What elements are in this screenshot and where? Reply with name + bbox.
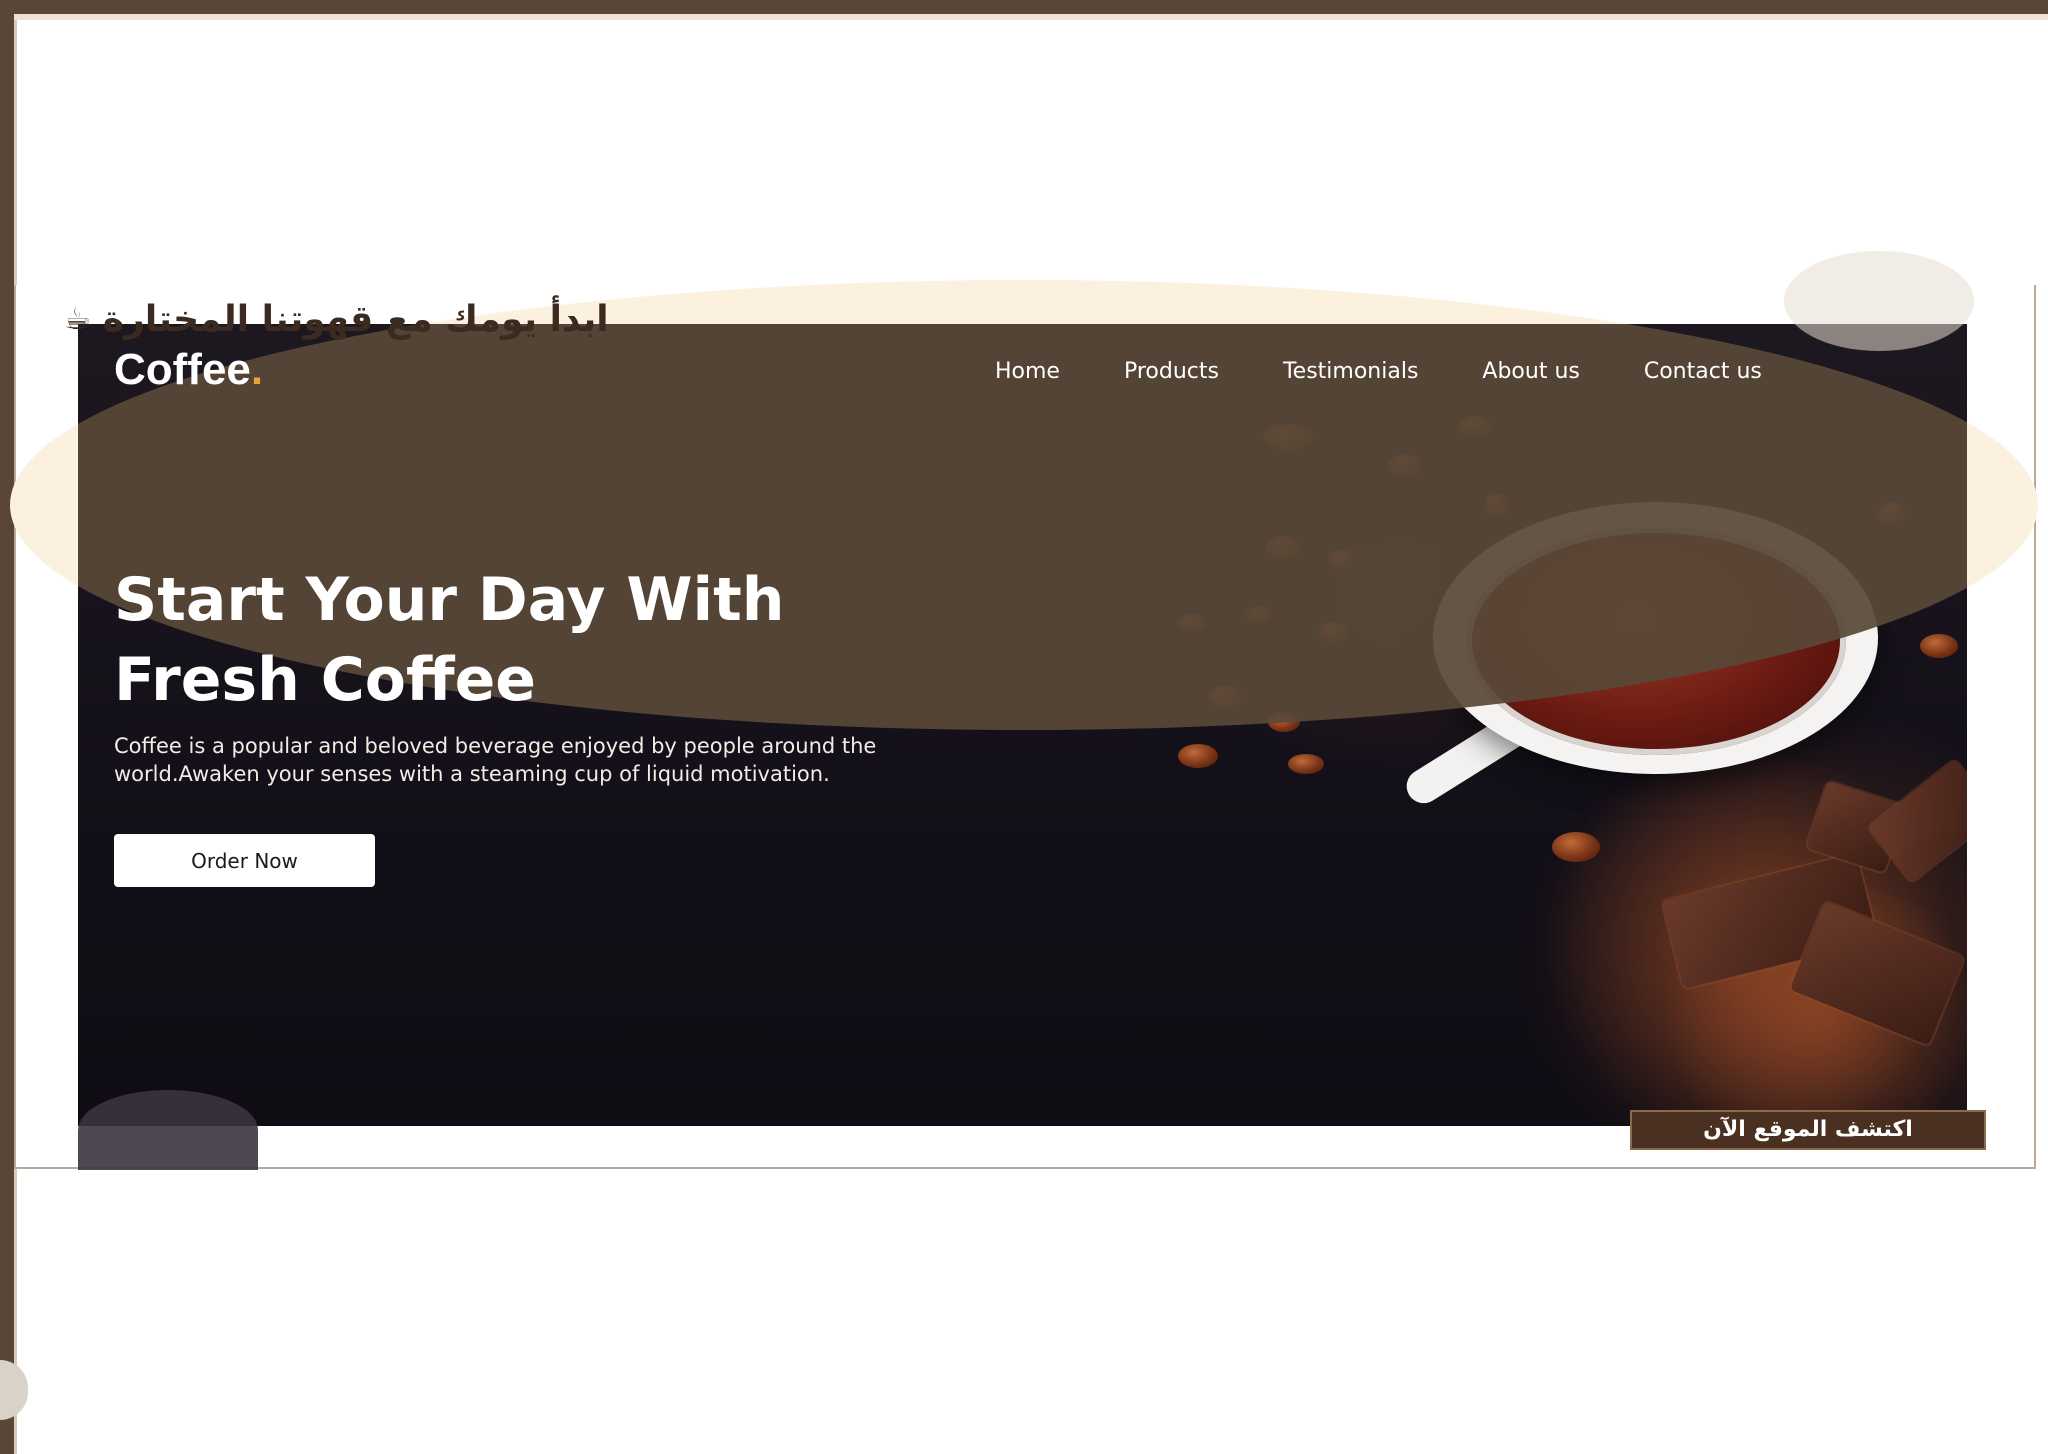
hero-description-line1: Coffee is a popular and beloved beverage…: [114, 734, 877, 758]
nav-item-products[interactable]: Products: [1124, 359, 1219, 384]
main-nav: Home Products Testimonials About us Cont…: [995, 359, 1762, 384]
hero-headline-line1: Start Your Day With: [114, 565, 785, 635]
frame-left-border: [0, 14, 14, 1454]
decorative-circle: [0, 1360, 28, 1420]
coffee-bean: [1552, 832, 1600, 862]
coffee-bean: [1920, 634, 1958, 658]
decorative-circle: [78, 1090, 258, 1170]
nav-item-contact[interactable]: Contact us: [1644, 359, 1762, 384]
brand-logo[interactable]: Coffee.: [114, 345, 263, 395]
brand-dot: .: [250, 345, 264, 394]
hero-section: [78, 324, 1967, 1126]
frame-top-border: [0, 0, 2048, 14]
coffee-cup-icon: ☕: [64, 302, 91, 337]
hero-headline-line2: Fresh Coffee: [114, 645, 536, 715]
explore-site-button[interactable]: اكتشف الموقع الآن: [1630, 1110, 1986, 1150]
tagline: ☕ ابدأ يومك مع قهوتنا المختارة: [64, 296, 609, 344]
brand-name: Coffee: [114, 345, 251, 394]
frame-top-inner-border: [0, 14, 2048, 20]
decorative-circle: [1784, 251, 1974, 351]
nav-item-testimonials[interactable]: Testimonials: [1283, 359, 1418, 384]
coffee-bean: [1178, 744, 1218, 768]
tagline-text: ابدأ يومك مع قهوتنا المختارة: [102, 299, 609, 340]
hero-headline: Start Your Day With Fresh Coffee: [114, 560, 1014, 720]
order-now-button[interactable]: Order Now: [114, 834, 375, 887]
nav-item-about[interactable]: About us: [1482, 359, 1579, 384]
hero-description: Coffee is a popular and beloved beverage…: [114, 732, 1174, 788]
coffee-bean: [1288, 754, 1324, 774]
hero-description-line2: world.Awaken your senses with a steaming…: [114, 762, 830, 786]
nav-item-home[interactable]: Home: [995, 359, 1060, 384]
